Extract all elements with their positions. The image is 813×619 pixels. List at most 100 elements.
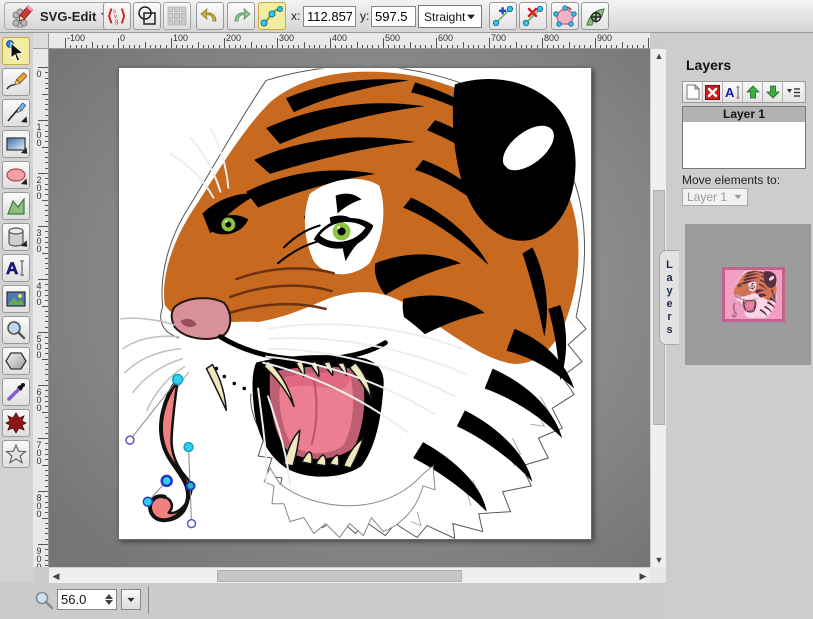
tool-polygon[interactable] [2, 347, 30, 375]
svg-source-icon: ⟨ ⟩ s v g [106, 5, 128, 27]
rename-layer-button[interactable]: A [723, 82, 743, 102]
undo-icon [199, 5, 221, 27]
tool-star[interactable] [2, 440, 30, 468]
tool-ellipse[interactable] [2, 161, 30, 189]
zoom-preset-dropdown[interactable] [121, 589, 141, 610]
open-close-path-button[interactable] [551, 2, 579, 30]
svg-canvas-page[interactable] [118, 67, 592, 540]
delete-layer-button[interactable] [703, 82, 723, 102]
move-elements-value: Layer 1 [687, 190, 727, 204]
scroll-right-icon[interactable]: ▶ [636, 568, 650, 584]
x-coordinate-input[interactable] [303, 6, 356, 27]
segment-type-value: Straight [424, 10, 465, 24]
tool-shape-library[interactable] [2, 223, 30, 251]
redo-icon [230, 5, 252, 27]
canvas-workspace[interactable] [49, 49, 650, 567]
eyedropper-icon [5, 381, 27, 403]
menu-list-icon [786, 86, 801, 99]
document-properties-icon [136, 5, 158, 27]
move-layer-up-button[interactable] [743, 82, 763, 102]
tool-connector[interactable] [2, 409, 30, 437]
layer-buttons-row: A [682, 81, 806, 103]
new-layer-button[interactable] [683, 82, 703, 102]
segment-type-select[interactable]: Straight [418, 5, 482, 28]
editor-preferences-button[interactable] [163, 2, 191, 30]
magnifier-icon [5, 319, 27, 341]
move-elements-select[interactable]: Layer 1 [682, 188, 748, 206]
open-close-path-icon [553, 4, 577, 28]
node-add-icon [491, 4, 515, 28]
pencil-icon [5, 71, 27, 93]
layers-panel: Layers Layers A [666, 33, 813, 619]
add-subpath-button[interactable] [581, 2, 609, 30]
zoom-level-input[interactable]: 56.0 [57, 589, 117, 610]
node-edit-icon [260, 4, 284, 28]
tool-eyedropper[interactable] [2, 378, 30, 406]
thumbnail-tint [725, 270, 782, 319]
x-coordinate-label: x: [291, 9, 300, 23]
tool-path[interactable] [2, 192, 30, 220]
add-node-button[interactable] [489, 2, 517, 30]
scroll-down-icon[interactable]: ▼ [651, 553, 667, 567]
main-menu-label: SVG-Edit [40, 9, 96, 24]
svg-edit-logo-icon [11, 4, 35, 28]
layers-panel-handle[interactable]: Layers [659, 250, 679, 345]
hexagon-icon [5, 350, 27, 372]
tool-select[interactable] [2, 37, 30, 65]
svg-text:⟩: ⟩ [120, 8, 126, 25]
spinner-up-icon[interactable] [105, 594, 113, 599]
source-view-button[interactable]: ⟨ ⟩ s v g [103, 2, 131, 30]
tool-image[interactable] [2, 285, 30, 313]
y-coordinate-input[interactable] [371, 6, 416, 27]
redo-button[interactable] [227, 2, 255, 30]
scroll-up-icon[interactable]: ▲ [651, 49, 667, 63]
select-arrow-icon [5, 40, 27, 62]
tool-rect[interactable] [2, 130, 30, 158]
scrollbar-corner [650, 567, 666, 583]
delete-node-button[interactable] [519, 2, 547, 30]
bottom-bar-divider [148, 586, 149, 614]
sidepanel-preview-area [685, 224, 811, 365]
layers-title: Layers [686, 57, 731, 73]
grid-icon [167, 6, 187, 26]
horizontal-scroll-thumb[interactable] [217, 570, 462, 582]
svg-text:g: g [115, 19, 118, 25]
bottom-bar: 56.0 [0, 583, 666, 619]
ruler-corner [33, 33, 49, 49]
h-ruler: -1000100200300400500600700800900100 [49, 33, 650, 49]
layer-row-layer1[interactable]: Layer 1 [683, 107, 805, 122]
delete-layer-icon [705, 85, 720, 100]
tool-zoom[interactable] [2, 316, 30, 344]
zoom-level-value: 56.0 [61, 592, 86, 607]
left-toolbar: A [0, 33, 33, 583]
move-layer-down-button[interactable] [763, 82, 783, 102]
chevron-down-icon [467, 14, 475, 19]
tool-pencil[interactable] [2, 68, 30, 96]
chevron-down-icon [128, 597, 135, 601]
sidepanel-menu-button[interactable] [783, 82, 803, 102]
node-edit-mode-button[interactable] [258, 2, 286, 30]
chevron-down-icon [735, 195, 742, 199]
tool-text[interactable]: A [2, 254, 30, 282]
new-layer-icon [686, 84, 700, 100]
zoom-spinner[interactable] [105, 594, 113, 605]
spinner-down-icon[interactable] [105, 600, 113, 605]
arrow-down-icon [766, 85, 780, 99]
layer-thumbnail[interactable] [722, 267, 785, 322]
zoom-magnifier-icon [34, 590, 54, 610]
red-shape-icon [5, 412, 27, 434]
horizontal-scrollbar[interactable]: ◀ ▶ [49, 567, 650, 583]
main-menu-button[interactable]: SVG-Edit [4, 2, 118, 30]
tool-line[interactable] [2, 99, 30, 127]
document-properties-button[interactable] [133, 2, 161, 30]
undo-button[interactable] [196, 2, 224, 30]
scroll-left-icon[interactable]: ◀ [49, 568, 63, 584]
y-coordinate-label: y: [360, 9, 369, 23]
add-subpath-icon [583, 4, 607, 28]
svg-text:A: A [725, 85, 735, 100]
path-tool-icon [5, 195, 27, 217]
node-delete-icon [521, 4, 545, 28]
layers-handle-label: Layers [664, 259, 676, 337]
arrow-up-icon [746, 85, 760, 99]
v-ruler: 0100200300400500600700800900 [33, 49, 49, 567]
